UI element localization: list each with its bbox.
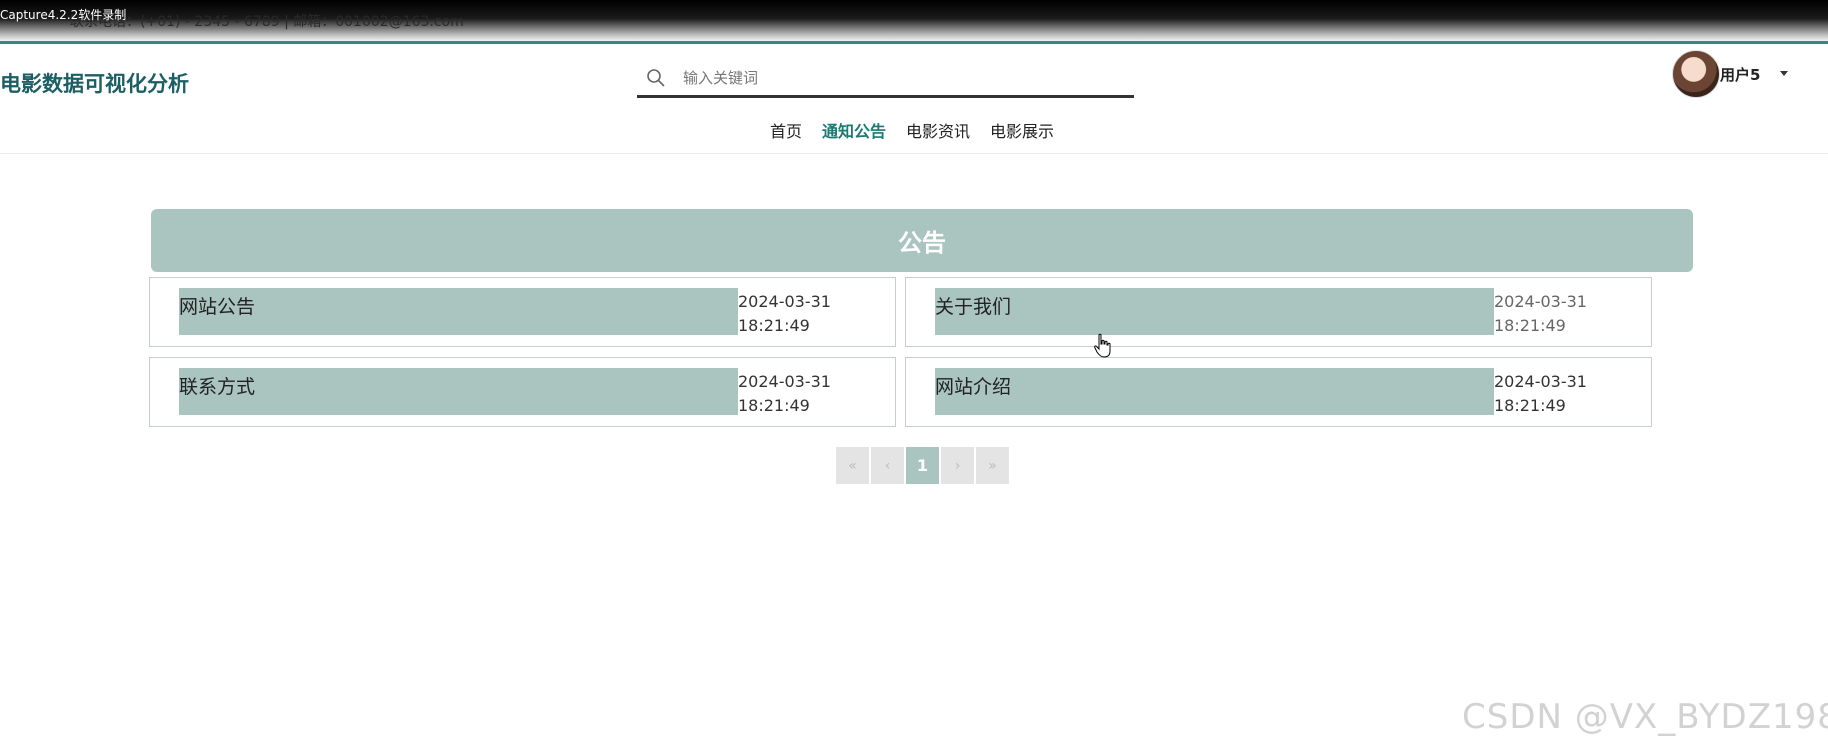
pagination-page-current[interactable]: 1	[906, 447, 939, 484]
search-icon[interactable]	[646, 68, 666, 88]
notice-time: 18:21:49	[1494, 316, 1566, 335]
notice-card[interactable]: 关于我们 2024-03-31 18:21:49	[905, 277, 1652, 347]
nav-item-movie-news[interactable]: 电影资讯	[906, 118, 970, 142]
notice-time: 18:21:49	[1494, 396, 1566, 415]
pagination: « ‹ 1 › »	[836, 447, 1009, 484]
notice-title[interactable]: 网站介绍	[935, 368, 1494, 415]
notice-title[interactable]: 联系方式	[179, 368, 738, 415]
nav-item-movie-showcase[interactable]: 电影展示	[990, 118, 1054, 142]
notice-date: 2024-03-31	[738, 372, 831, 391]
notice-title[interactable]: 关于我们	[935, 288, 1494, 335]
pagination-last-button[interactable]: »	[976, 447, 1009, 484]
notice-datetime: 2024-03-31 18:21:49	[1494, 290, 1644, 338]
search-bar	[637, 60, 1134, 98]
notice-datetime: 2024-03-31 18:21:49	[1494, 370, 1644, 418]
notice-date: 2024-03-31	[1494, 372, 1587, 391]
avatar[interactable]	[1672, 50, 1720, 98]
search-input[interactable]	[683, 64, 1113, 92]
pagination-first-button[interactable]: «	[836, 447, 869, 484]
watermark: CSDN @VX_BYDZ1988	[1462, 697, 1828, 737]
notice-card[interactable]: 网站介绍 2024-03-31 18:21:49	[905, 357, 1652, 427]
notice-card[interactable]: 联系方式 2024-03-31 18:21:49	[149, 357, 896, 427]
notice-datetime: 2024-03-31 18:21:49	[738, 290, 888, 338]
site-title[interactable]: 电影数据可视化分析	[0, 68, 189, 98]
pagination-prev-button[interactable]: ‹	[871, 447, 904, 484]
page: 联系电话：(+01) - 2345 - 6789 | 邮箱：001002@163…	[0, 0, 1828, 753]
pagination-next-button[interactable]: ›	[941, 447, 974, 484]
notice-time: 18:21:49	[738, 316, 810, 335]
chevron-down-icon[interactable]	[1780, 71, 1788, 76]
main-nav: 首页 通知公告 电影资讯 电影展示	[770, 118, 1054, 142]
notice-card[interactable]: 网站公告 2024-03-31 18:21:49	[149, 277, 896, 347]
site-header: 电影数据可视化分析 用户5 首页 通知公告 电影资讯 电影展示	[0, 44, 1828, 154]
user-menu[interactable]: 用户5	[1672, 50, 1822, 100]
nav-item-home[interactable]: 首页	[770, 118, 802, 142]
nav-item-notices[interactable]: 通知公告	[822, 118, 886, 142]
hand-cursor-icon	[1094, 333, 1111, 358]
top-contact-bar: 联系电话：(+01) - 2345 - 6789 | 邮箱：001002@163…	[0, 0, 1828, 44]
section-title: 公告	[151, 209, 1693, 272]
notice-date: 2024-03-31	[738, 292, 831, 311]
notice-time: 18:21:49	[738, 396, 810, 415]
capture-label: Capture4.2.2软件录制	[0, 8, 127, 22]
user-name[interactable]: 用户5	[1720, 64, 1760, 85]
contact-info: 联系电话：(+01) - 2345 - 6789 | 邮箱：001002@163…	[70, 14, 464, 30]
notice-datetime: 2024-03-31 18:21:49	[738, 370, 888, 418]
notice-date: 2024-03-31	[1494, 292, 1587, 311]
notice-title[interactable]: 网站公告	[179, 288, 738, 335]
